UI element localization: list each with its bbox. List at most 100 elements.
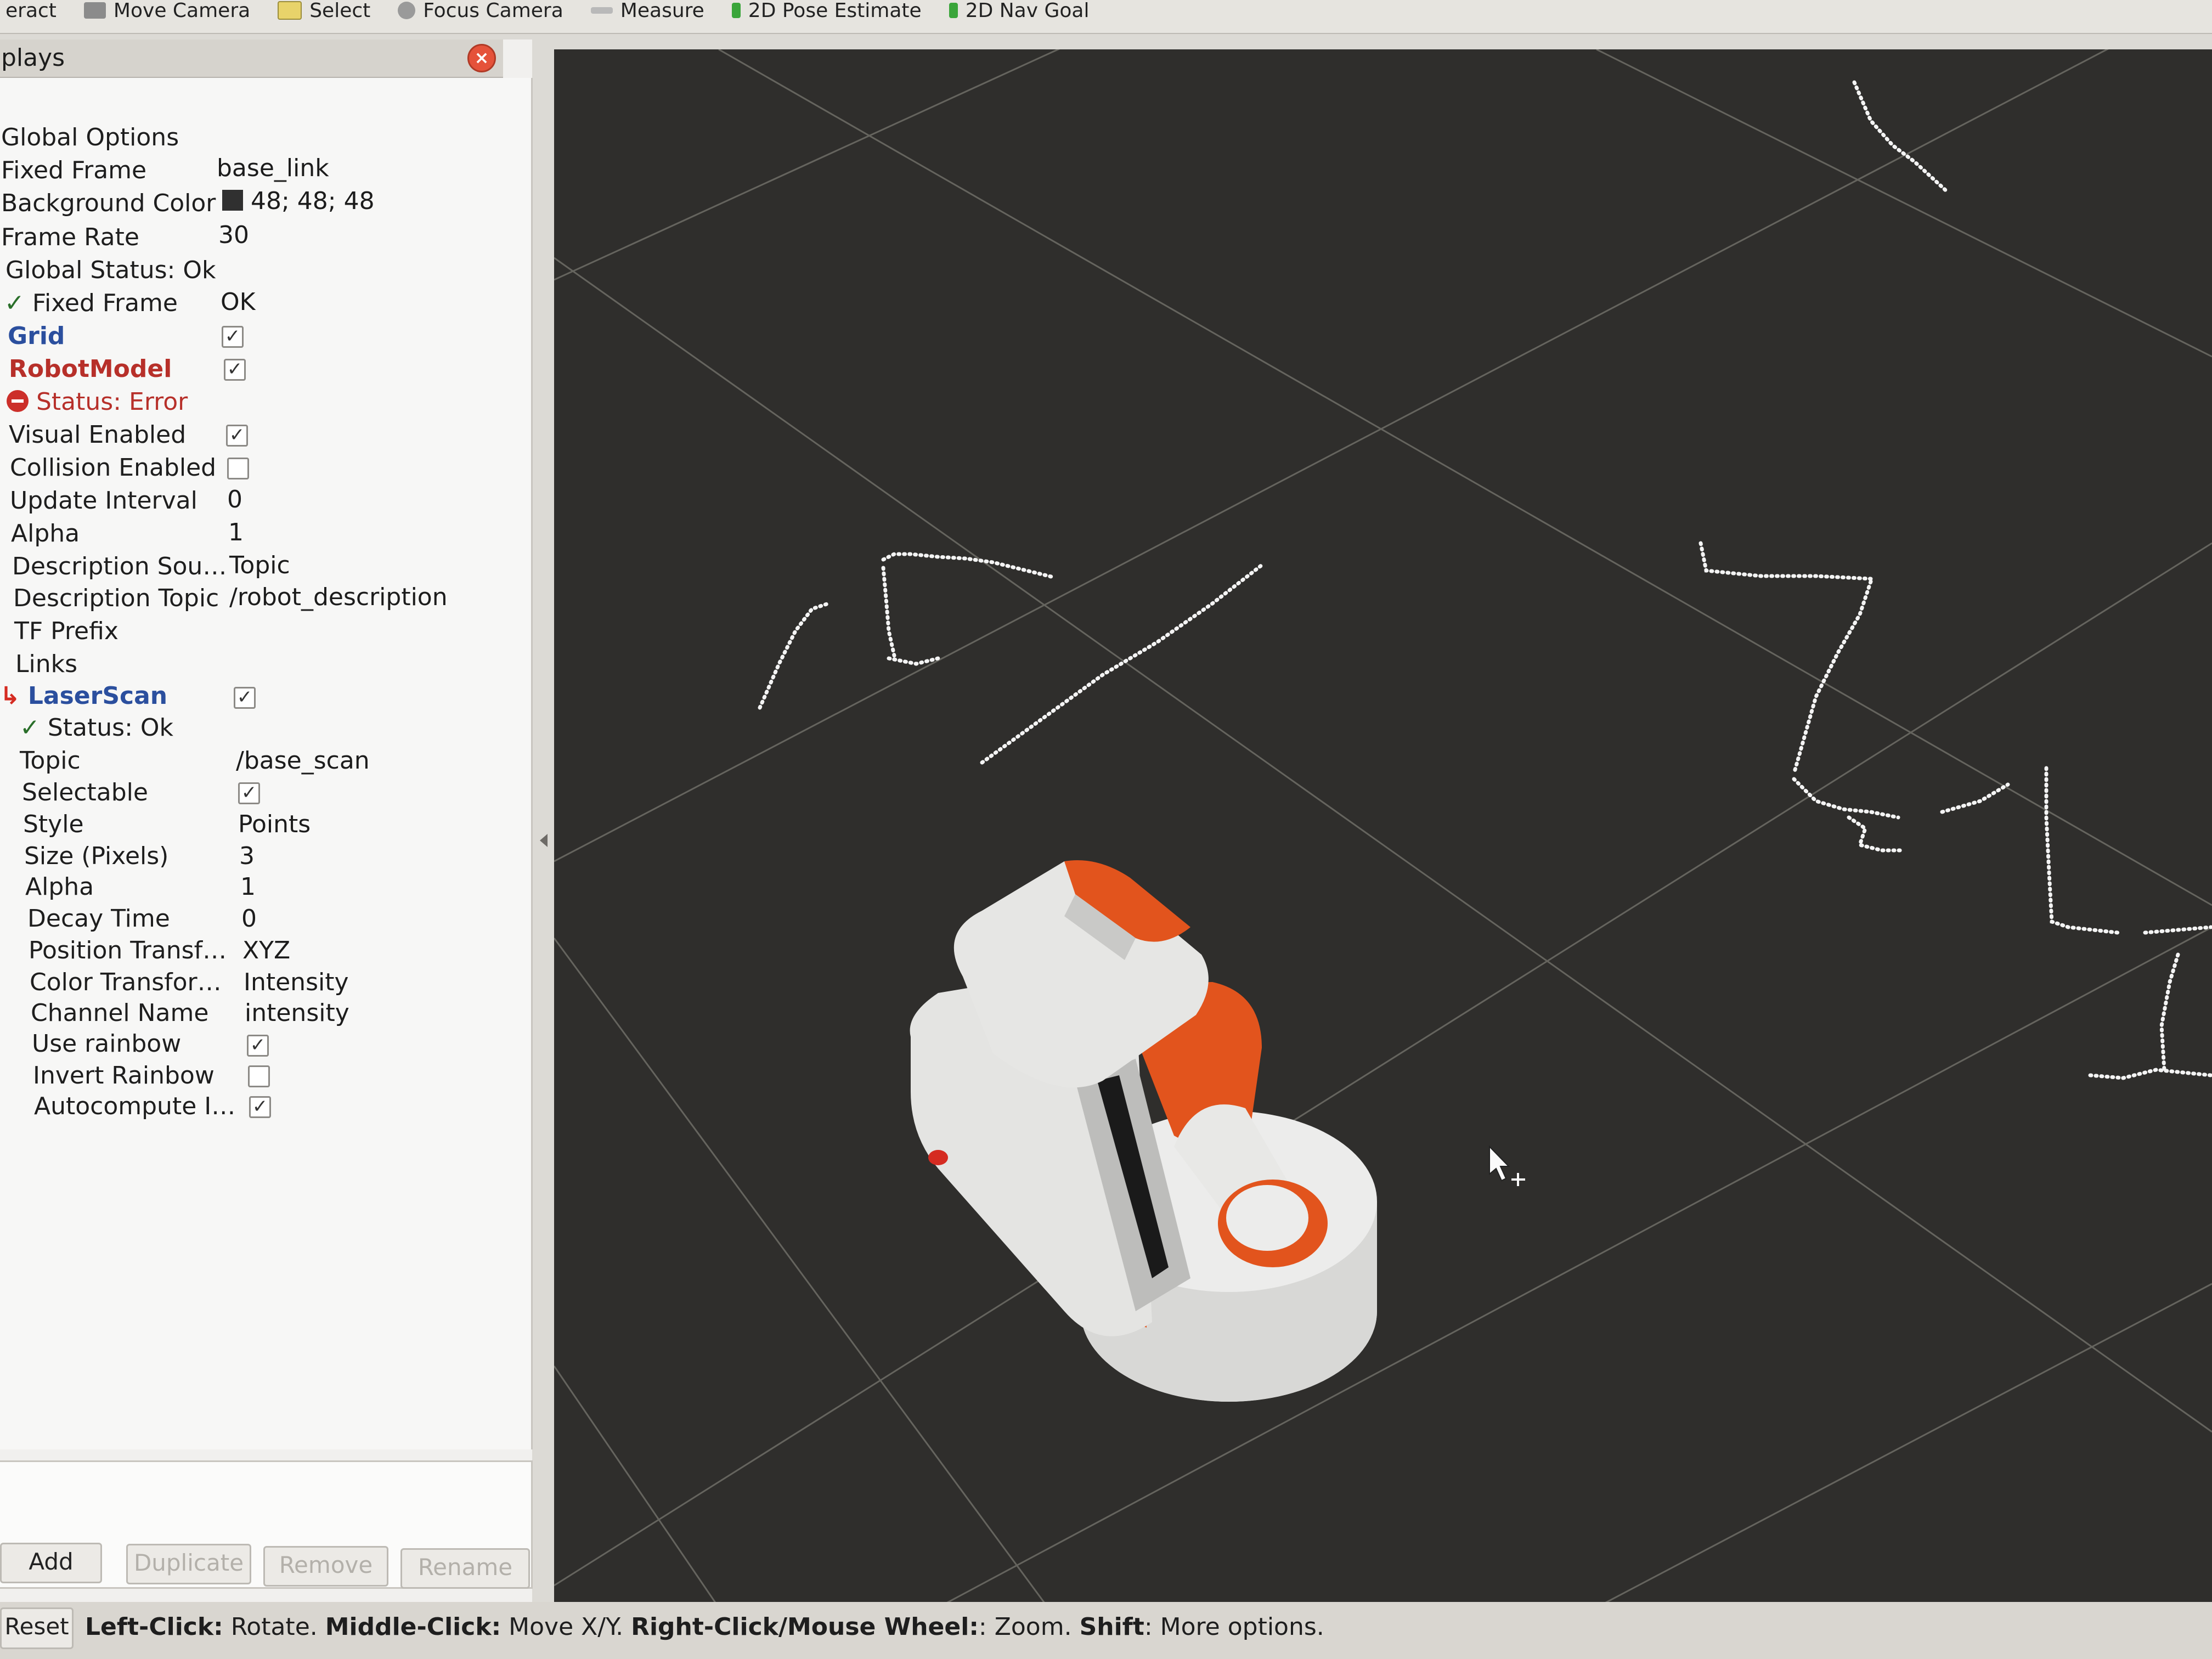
- collision-enabled-checkbox[interactable]: [227, 458, 249, 479]
- property-size-label: Size (Pixels): [24, 842, 169, 870]
- autocompute-checkbox[interactable]: ✓: [249, 1096, 271, 1118]
- tool-move-camera[interactable]: Move Camera: [78, 0, 272, 27]
- tool-pose-estimate[interactable]: 2D Pose Estimate: [726, 0, 944, 27]
- property-topic-label: Topic: [20, 747, 81, 775]
- robot-model[interactable]: [910, 860, 1377, 1402]
- hint-middle-key: Middle-Click:: [325, 1613, 501, 1641]
- status-hint: Left-Click: Rotate. Middle-Click: Move X…: [85, 1613, 1324, 1641]
- tree-item-laser-scan[interactable]: ↳ LaserScan: [0, 680, 167, 712]
- property-fixed-frame-value[interactable]: base_link: [217, 153, 329, 184]
- property-channel-name-label: Channel Name: [31, 999, 209, 1027]
- goal-icon: [949, 3, 958, 18]
- render-viewport[interactable]: [554, 49, 2212, 1607]
- measure-icon: [590, 7, 613, 14]
- property-tf-prefix-label: TF Prefix: [14, 617, 119, 645]
- property-update-interval-value[interactable]: 0: [227, 484, 242, 516]
- visual-enabled-checkbox[interactable]: ✓: [226, 425, 248, 447]
- focus-icon: [398, 2, 416, 19]
- panel-title: plays: [1, 44, 65, 72]
- fixed-frame-status-value: OK: [221, 288, 256, 316]
- grid-checkbox[interactable]: ✓: [222, 326, 244, 348]
- robot-model-status-text: Status: Error: [36, 388, 188, 416]
- robot-model-checkbox[interactable]: ✓: [224, 359, 246, 381]
- property-description-source-value[interactable]: Topic: [229, 550, 290, 582]
- property-use-rainbow-label: Use rainbow: [32, 1030, 182, 1058]
- property-collision-enabled-label: Collision Enabled: [10, 454, 217, 482]
- tool-move-camera-label: Move Camera: [113, 0, 251, 22]
- use-rainbow-checkbox[interactable]: ✓: [247, 1035, 269, 1057]
- display-tree[interactable]: Global Options Fixed Frame base_link Bac…: [0, 78, 533, 1449]
- tool-nav-goal-label: 2D Nav Goal: [965, 0, 1090, 22]
- tool-interact[interactable]: eract: [0, 0, 78, 27]
- property-selectable-label: Selectable: [22, 778, 148, 806]
- tree-item-grid[interactable]: Grid: [8, 320, 65, 352]
- scene-svg: [554, 49, 2212, 1607]
- property-frame-rate-value[interactable]: 30: [218, 219, 249, 251]
- check-icon: ✓: [4, 289, 25, 317]
- property-fixed-frame-label: Fixed Frame: [1, 156, 147, 184]
- fixed-frame-status-label: Fixed Frame: [32, 289, 178, 317]
- tool-select-label: Select: [309, 0, 371, 22]
- property-visual-enabled-label: Visual Enabled: [9, 421, 187, 449]
- tool-focus-camera-label: Focus Camera: [423, 0, 563, 22]
- tool-nav-goal[interactable]: 2D Nav Goal: [944, 0, 1111, 27]
- tree-item-robot-model[interactable]: RobotModel: [9, 353, 172, 385]
- property-robot-alpha-value[interactable]: 1: [228, 517, 244, 549]
- tool-interact-label: eract: [5, 0, 57, 22]
- property-description-topic-label: Description Topic: [13, 584, 219, 612]
- check-icon: ✓: [20, 714, 40, 742]
- property-frame-rate-label: Frame Rate: [1, 223, 139, 251]
- property-decay-time-value[interactable]: 0: [241, 903, 257, 935]
- property-invert-rainbow-label: Invert Rainbow: [33, 1062, 215, 1090]
- tool-select[interactable]: Select: [272, 0, 392, 27]
- select-icon: [278, 1, 302, 20]
- camera-icon: [83, 2, 106, 19]
- reset-button[interactable]: Reset: [0, 1607, 74, 1649]
- property-background-color-value[interactable]: 48; 48; 48: [222, 185, 375, 217]
- property-robot-alpha-label: Alpha: [11, 520, 80, 548]
- property-background-color-label: Background Color: [1, 189, 216, 217]
- property-scan-alpha-value[interactable]: 1: [240, 871, 256, 903]
- collapse-arrow-icon[interactable]: [540, 834, 548, 847]
- close-icon[interactable]: ×: [467, 44, 496, 72]
- laser-scan-status[interactable]: ✓ Status: Ok: [20, 712, 173, 744]
- background-color-text: 48; 48; 48: [251, 187, 375, 215]
- invert-rainbow-checkbox[interactable]: [248, 1065, 270, 1087]
- hint-shift-key: Shift: [1079, 1613, 1144, 1641]
- property-style-label: Style: [23, 810, 84, 838]
- tool-measure[interactable]: Measure: [585, 0, 726, 27]
- duplicate-button[interactable]: Duplicate: [126, 1544, 251, 1584]
- tool-focus-camera[interactable]: Focus Camera: [392, 0, 585, 27]
- status-bar: Reset Left-Click: Rotate. Middle-Click: …: [0, 1602, 2212, 1659]
- hint-shift-action: : More options.: [1144, 1613, 1324, 1641]
- remove-button[interactable]: Remove: [263, 1546, 388, 1587]
- property-description-topic-value[interactable]: /robot_description: [229, 582, 448, 613]
- color-swatch: [222, 190, 243, 211]
- robot-model-status[interactable]: Status: Error: [7, 386, 188, 418]
- property-size-value[interactable]: 3: [239, 840, 255, 872]
- property-decay-time-label: Decay Time: [27, 905, 170, 933]
- expand-arrow-icon: ↳: [0, 682, 20, 710]
- toolbar: eract Move Camera Select Focus Camera Me…: [0, 0, 2212, 34]
- property-color-transformer-value[interactable]: Intensity: [244, 967, 349, 998]
- hint-left-action: Rotate.: [223, 1613, 325, 1641]
- error-icon: [7, 390, 29, 412]
- tree-item-links[interactable]: Links: [15, 648, 77, 680]
- laser-scan-checkbox[interactable]: ✓: [234, 687, 256, 709]
- tree-item-global-options[interactable]: Global Options: [1, 122, 179, 154]
- laser-scan-status-text: Status: Ok: [47, 714, 174, 742]
- grid: [554, 49, 2212, 1607]
- property-position-transformer-value[interactable]: XYZ: [242, 935, 290, 967]
- property-update-interval-label: Update Interval: [10, 487, 198, 515]
- rename-button[interactable]: Rename: [400, 1548, 530, 1589]
- tool-measure-label: Measure: [620, 0, 704, 22]
- laser-scan-label: LaserScan: [27, 682, 168, 710]
- hint-right-key: Right-Click/Mouse Wheel:: [631, 1613, 979, 1641]
- add-button[interactable]: Add: [0, 1543, 102, 1583]
- property-topic-value[interactable]: /base_scan: [236, 745, 370, 777]
- property-style-value[interactable]: Points: [238, 809, 311, 840]
- selectable-checkbox[interactable]: ✓: [238, 782, 260, 804]
- global-status[interactable]: Global Status: Ok: [5, 255, 216, 286]
- property-channel-name-value[interactable]: intensity: [245, 997, 349, 1029]
- hint-middle-action: Move X/Y.: [501, 1613, 631, 1641]
